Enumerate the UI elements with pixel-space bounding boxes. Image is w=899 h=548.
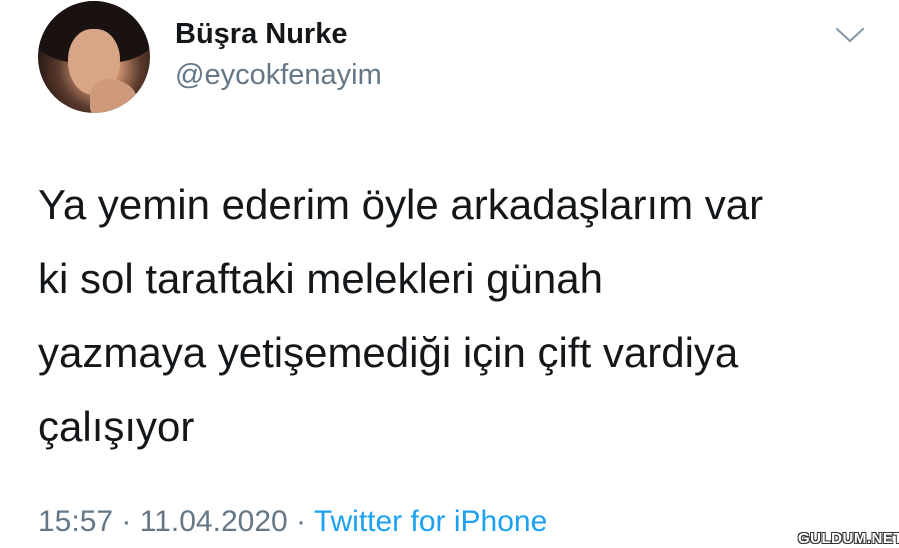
tweet-source-link[interactable]: Twitter for iPhone	[314, 505, 547, 538]
user-handle[interactable]: @eycokfenayim	[175, 59, 382, 92]
chevron-down-icon[interactable]	[834, 22, 866, 48]
tweet-date[interactable]: 11.04.2020	[140, 505, 288, 538]
tweet-text: Ya yemin ederim öyle arkadaşlarım var ki…	[38, 181, 764, 450]
tweet-time[interactable]: 15:57	[38, 505, 113, 538]
watermark: GULDUM.NET	[798, 530, 899, 547]
avatar-hand	[90, 79, 138, 113]
meta-separator: ·	[121, 505, 132, 538]
meta-separator: ·	[296, 505, 307, 538]
tweet-meta: 15:57 · 11.04.2020 · Twitter for iPhone	[38, 505, 547, 539]
avatar[interactable]	[38, 1, 150, 113]
display-name[interactable]: Büşra Nurke	[175, 18, 347, 51]
